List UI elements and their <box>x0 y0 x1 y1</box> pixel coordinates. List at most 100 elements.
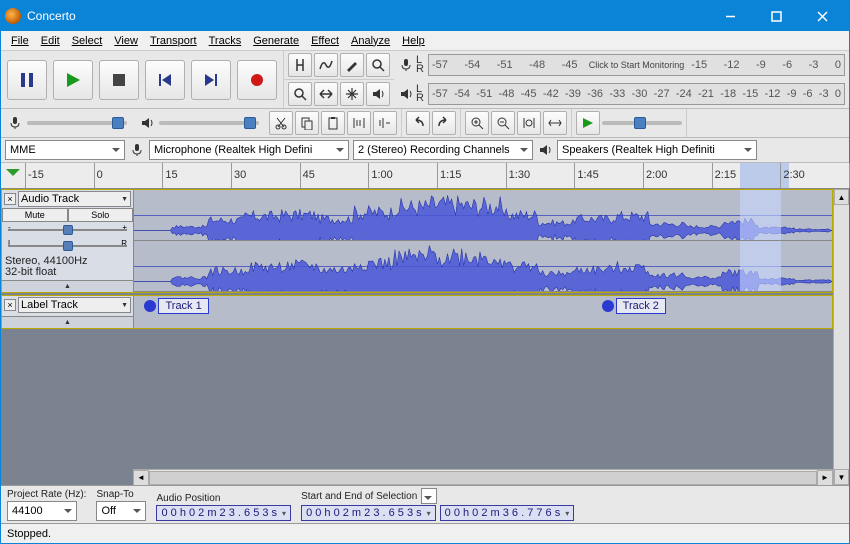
zoom-tool-2[interactable] <box>288 82 312 106</box>
start-monitoring-hint[interactable]: Click to Start Monitoring <box>589 60 685 70</box>
menu-select[interactable]: Select <box>66 33 109 49</box>
track-body[interactable]: 1.00.0-1.0 1.00.0-1.0 <box>134 190 832 292</box>
track-collapse-button[interactable] <box>2 280 133 292</box>
maximize-button[interactable] <box>753 1 799 31</box>
selection-toolbar: Project Rate (Hz): 44100 Snap-To Off Aud… <box>1 485 849 523</box>
label-track-close-button[interactable]: × <box>4 299 16 311</box>
timeline-ruler[interactable]: -1501530451:001:151:301:452:002:152:302:… <box>1 163 849 189</box>
paste-button[interactable] <box>321 111 345 135</box>
zoom-tool[interactable] <box>366 53 390 77</box>
titlebar: Concerto <box>1 1 849 31</box>
track-head: × Audio Track Mute Solo -+ LR Stereo, 44… <box>2 190 134 292</box>
channel-right[interactable]: 1.00.0-1.0 <box>134 241 832 292</box>
horizontal-scrollbar[interactable]: ◄ ► <box>133 469 833 485</box>
speaker-icon-3 <box>139 115 155 131</box>
fit-selection-button[interactable] <box>517 111 541 135</box>
minimize-button[interactable] <box>707 1 753 31</box>
menu-file[interactable]: File <box>5 33 35 49</box>
rec-volume-slider[interactable] <box>1 115 133 131</box>
tracks-area: ▲▼ × Audio Track Mute Solo -+ LR Stereo,… <box>1 189 849 485</box>
menu-help[interactable]: Help <box>396 33 431 49</box>
snap-to-label: Snap-To <box>96 489 146 500</box>
recording-channels-combo[interactable]: 2 (Stereo) Recording Channels <box>353 140 533 160</box>
play-volume-slider[interactable] <box>133 115 265 131</box>
timeshift-tool[interactable] <box>314 82 338 106</box>
selection-tool[interactable] <box>288 53 312 77</box>
audio-host-combo[interactable]: MME <box>5 140 125 160</box>
zoom-in-button[interactable] <box>465 111 489 135</box>
scroll-left-button[interactable]: ◄ <box>133 470 149 486</box>
playback-device-combo[interactable]: Speakers (Realtek High Definiti <box>557 140 757 160</box>
label-track-body[interactable]: Track 1 Track 2 <box>134 296 832 328</box>
play-at-speed-button[interactable] <box>576 111 600 135</box>
label-track-collapse-button[interactable] <box>2 316 133 328</box>
label-marker[interactable]: Track 2 <box>602 298 666 314</box>
menu-edit[interactable]: Edit <box>35 33 66 49</box>
solo-button[interactable]: Solo <box>68 208 134 222</box>
mic-icon-2 <box>7 115 23 131</box>
scroll-right-button[interactable]: ► <box>817 470 833 486</box>
selection-end-box[interactable]: 0 0 h 0 2 m 3 6 . 7 7 6 s <box>440 505 575 521</box>
menu-generate[interactable]: Generate <box>247 33 305 49</box>
fit-project-button[interactable] <box>543 111 567 135</box>
record-button[interactable] <box>237 60 277 100</box>
vertical-scrollbar[interactable]: ▲▼ <box>833 189 849 485</box>
recording-meter[interactable]: LR -57-54-51-48-45-42 Click to Start Mon… <box>394 51 849 80</box>
waveform-right <box>134 241 832 292</box>
pan-slider[interactable]: LR <box>8 240 127 252</box>
zoom-toolbar <box>461 109 572 137</box>
project-rate-combo[interactable]: 44100 <box>7 501 77 521</box>
cut-button[interactable] <box>269 111 293 135</box>
waveform-left <box>134 190 832 241</box>
transport-toolbar <box>1 51 284 108</box>
gain-slider[interactable]: -+ <box>8 224 127 236</box>
snap-to-combo[interactable]: Off <box>96 501 146 521</box>
mute-button[interactable]: Mute <box>2 208 68 222</box>
skip-end-button[interactable] <box>191 60 231 100</box>
play-button[interactable] <box>53 60 93 100</box>
label-track-menu[interactable]: Label Track <box>18 297 131 313</box>
undo-button[interactable] <box>406 111 430 135</box>
redo-button[interactable] <box>432 111 456 135</box>
selection-type-combo[interactable] <box>421 488 437 504</box>
window-title: Concerto <box>27 9 707 23</box>
skip-start-button[interactable] <box>145 60 185 100</box>
track-menu[interactable]: Audio Track <box>18 191 131 207</box>
edit-toolbar <box>265 109 402 137</box>
label-marker[interactable]: Track 1 <box>144 298 208 314</box>
menu-view[interactable]: View <box>108 33 144 49</box>
stop-button[interactable] <box>99 60 139 100</box>
pause-button[interactable] <box>7 60 47 100</box>
app-icon <box>5 8 21 24</box>
status-bar: Stopped. <box>1 523 849 543</box>
play-at-speed-toolbar <box>572 109 687 137</box>
audio-position-box[interactable]: 0 0 h 0 2 m 2 3 . 6 5 3 s <box>156 505 291 521</box>
track-close-button[interactable]: × <box>4 193 16 205</box>
toolbar-row-2 <box>1 109 849 138</box>
recording-device-combo[interactable]: Microphone (Realtek High Defini <box>149 140 349 160</box>
track-info: Stereo, 44100Hz32-bit float <box>2 254 133 280</box>
speaker-icon-4 <box>537 142 553 158</box>
playback-meter[interactable]: LR -57-54-51-48-45-42-39-36-33-30-27-24-… <box>394 80 849 109</box>
tools-toolbar <box>284 51 394 80</box>
copy-button[interactable] <box>295 111 319 135</box>
draw-tool[interactable] <box>340 53 364 77</box>
speaker-icon[interactable] <box>366 82 390 106</box>
selection-start-box[interactable]: 0 0 h 0 2 m 2 3 . 6 5 3 s <box>301 505 436 521</box>
zoom-out-button[interactable] <box>491 111 515 135</box>
selection-label: Start and End of Selection <box>301 491 417 502</box>
label-track: × Label Track Track 1 Track 2 <box>1 295 833 329</box>
envelope-tool[interactable] <box>314 53 338 77</box>
close-button[interactable] <box>799 1 845 31</box>
trim-button[interactable] <box>347 111 371 135</box>
menu-effect[interactable]: Effect <box>305 33 345 49</box>
menu-transport[interactable]: Transport <box>144 33 203 49</box>
channel-left[interactable]: 1.00.0-1.0 <box>134 190 832 241</box>
silence-button[interactable] <box>373 111 397 135</box>
multi-tool[interactable] <box>340 82 364 106</box>
mic-icon-3 <box>129 142 145 158</box>
menu-tracks[interactable]: Tracks <box>203 33 248 49</box>
ruler-pin[interactable] <box>1 163 25 188</box>
audio-track: × Audio Track Mute Solo -+ LR Stereo, 44… <box>1 189 833 293</box>
menu-analyze[interactable]: Analyze <box>345 33 396 49</box>
